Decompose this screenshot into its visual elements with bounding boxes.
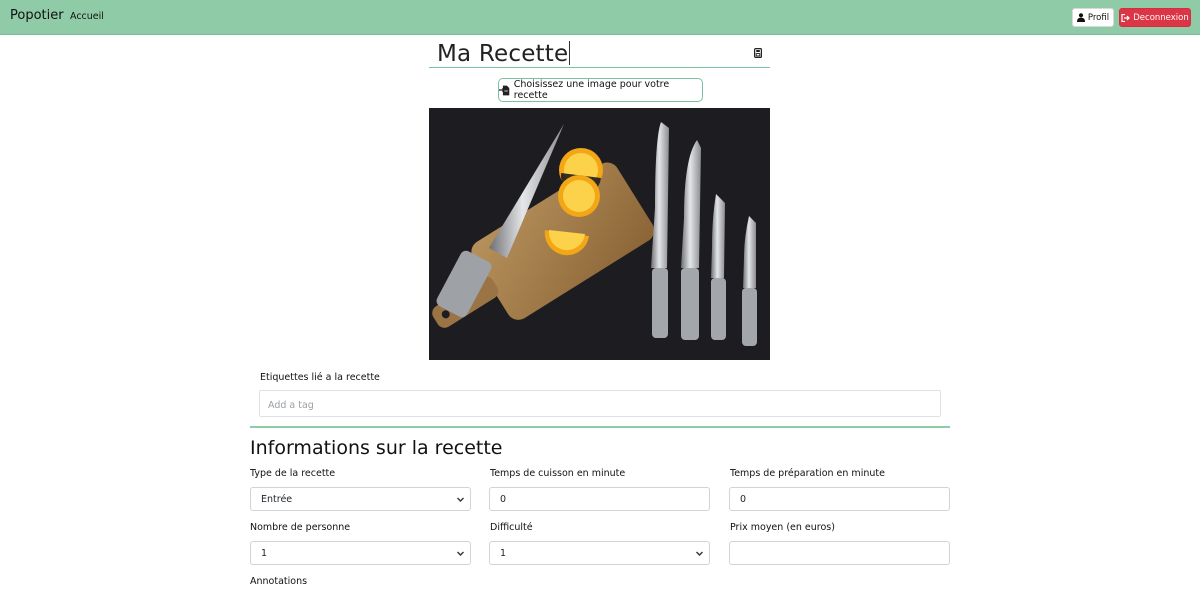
save-icon[interactable] (754, 48, 762, 58)
tags-input[interactable]: Add a tag (259, 390, 941, 417)
navbar: Popotier Accueil Profil Deconnexion (0, 0, 1200, 35)
prep-time-value: 0 (740, 493, 747, 505)
prep-time-label: Temps de préparation en minute (730, 468, 885, 479)
section-divider (250, 426, 950, 428)
cooking-time-value: 0 (500, 493, 507, 505)
logout-button[interactable]: Deconnexion (1119, 8, 1191, 27)
cooking-time-input[interactable]: 0 (489, 487, 710, 511)
difficulty-value: 1 (500, 547, 507, 559)
profile-button[interactable]: Profil (1072, 8, 1114, 27)
price-input[interactable] (729, 541, 950, 565)
recipe-type-select[interactable]: Entrée (250, 487, 471, 511)
knives-photo (429, 108, 770, 360)
choose-image-label: Choisissez une image pour votre recette (513, 79, 670, 101)
recipe-image (429, 108, 770, 360)
choose-image-button[interactable]: Choisissez une image pour votre recette (498, 78, 703, 102)
file-import-icon (499, 85, 510, 95)
people-count-value: 1 (261, 547, 268, 559)
logout-button-label: Deconnexion (1133, 12, 1189, 23)
recipe-title: Ma Recette (437, 41, 569, 67)
price-label: Prix moyen (en euros) (730, 522, 835, 533)
recipe-title-field[interactable]: Ma Recette (429, 40, 770, 68)
tags-label: Etiquettes lié a la recette (260, 372, 380, 383)
recipe-type-label: Type de la recette (250, 468, 336, 479)
annotations-label: Annotations (250, 576, 308, 587)
difficulty-label: Difficulté (490, 522, 533, 533)
chevron-down-icon (457, 551, 464, 556)
text-caret (569, 41, 571, 65)
difficulty-select[interactable]: 1 (489, 541, 710, 565)
chevron-down-icon (696, 551, 703, 556)
section-title: Informations sur la recette (250, 437, 503, 459)
profile-button-label: Profil (1087, 12, 1110, 23)
recipe-title-container[interactable]: Ma Recette (437, 41, 571, 67)
nav-link-home[interactable]: Accueil (70, 11, 104, 22)
people-count-select[interactable]: 1 (250, 541, 471, 565)
chevron-down-icon (457, 497, 464, 502)
sign-out-icon (1121, 13, 1131, 22)
prep-time-input[interactable]: 0 (729, 487, 950, 511)
people-count-label: Nombre de personne (250, 522, 351, 533)
tags-placeholder: Add a tag (268, 400, 314, 411)
cooking-time-label: Temps de cuisson en minute (490, 468, 626, 479)
recipe-type-value: Entrée (261, 493, 293, 505)
brand-logo[interactable]: Popotier (10, 8, 64, 23)
user-icon (1076, 13, 1085, 22)
